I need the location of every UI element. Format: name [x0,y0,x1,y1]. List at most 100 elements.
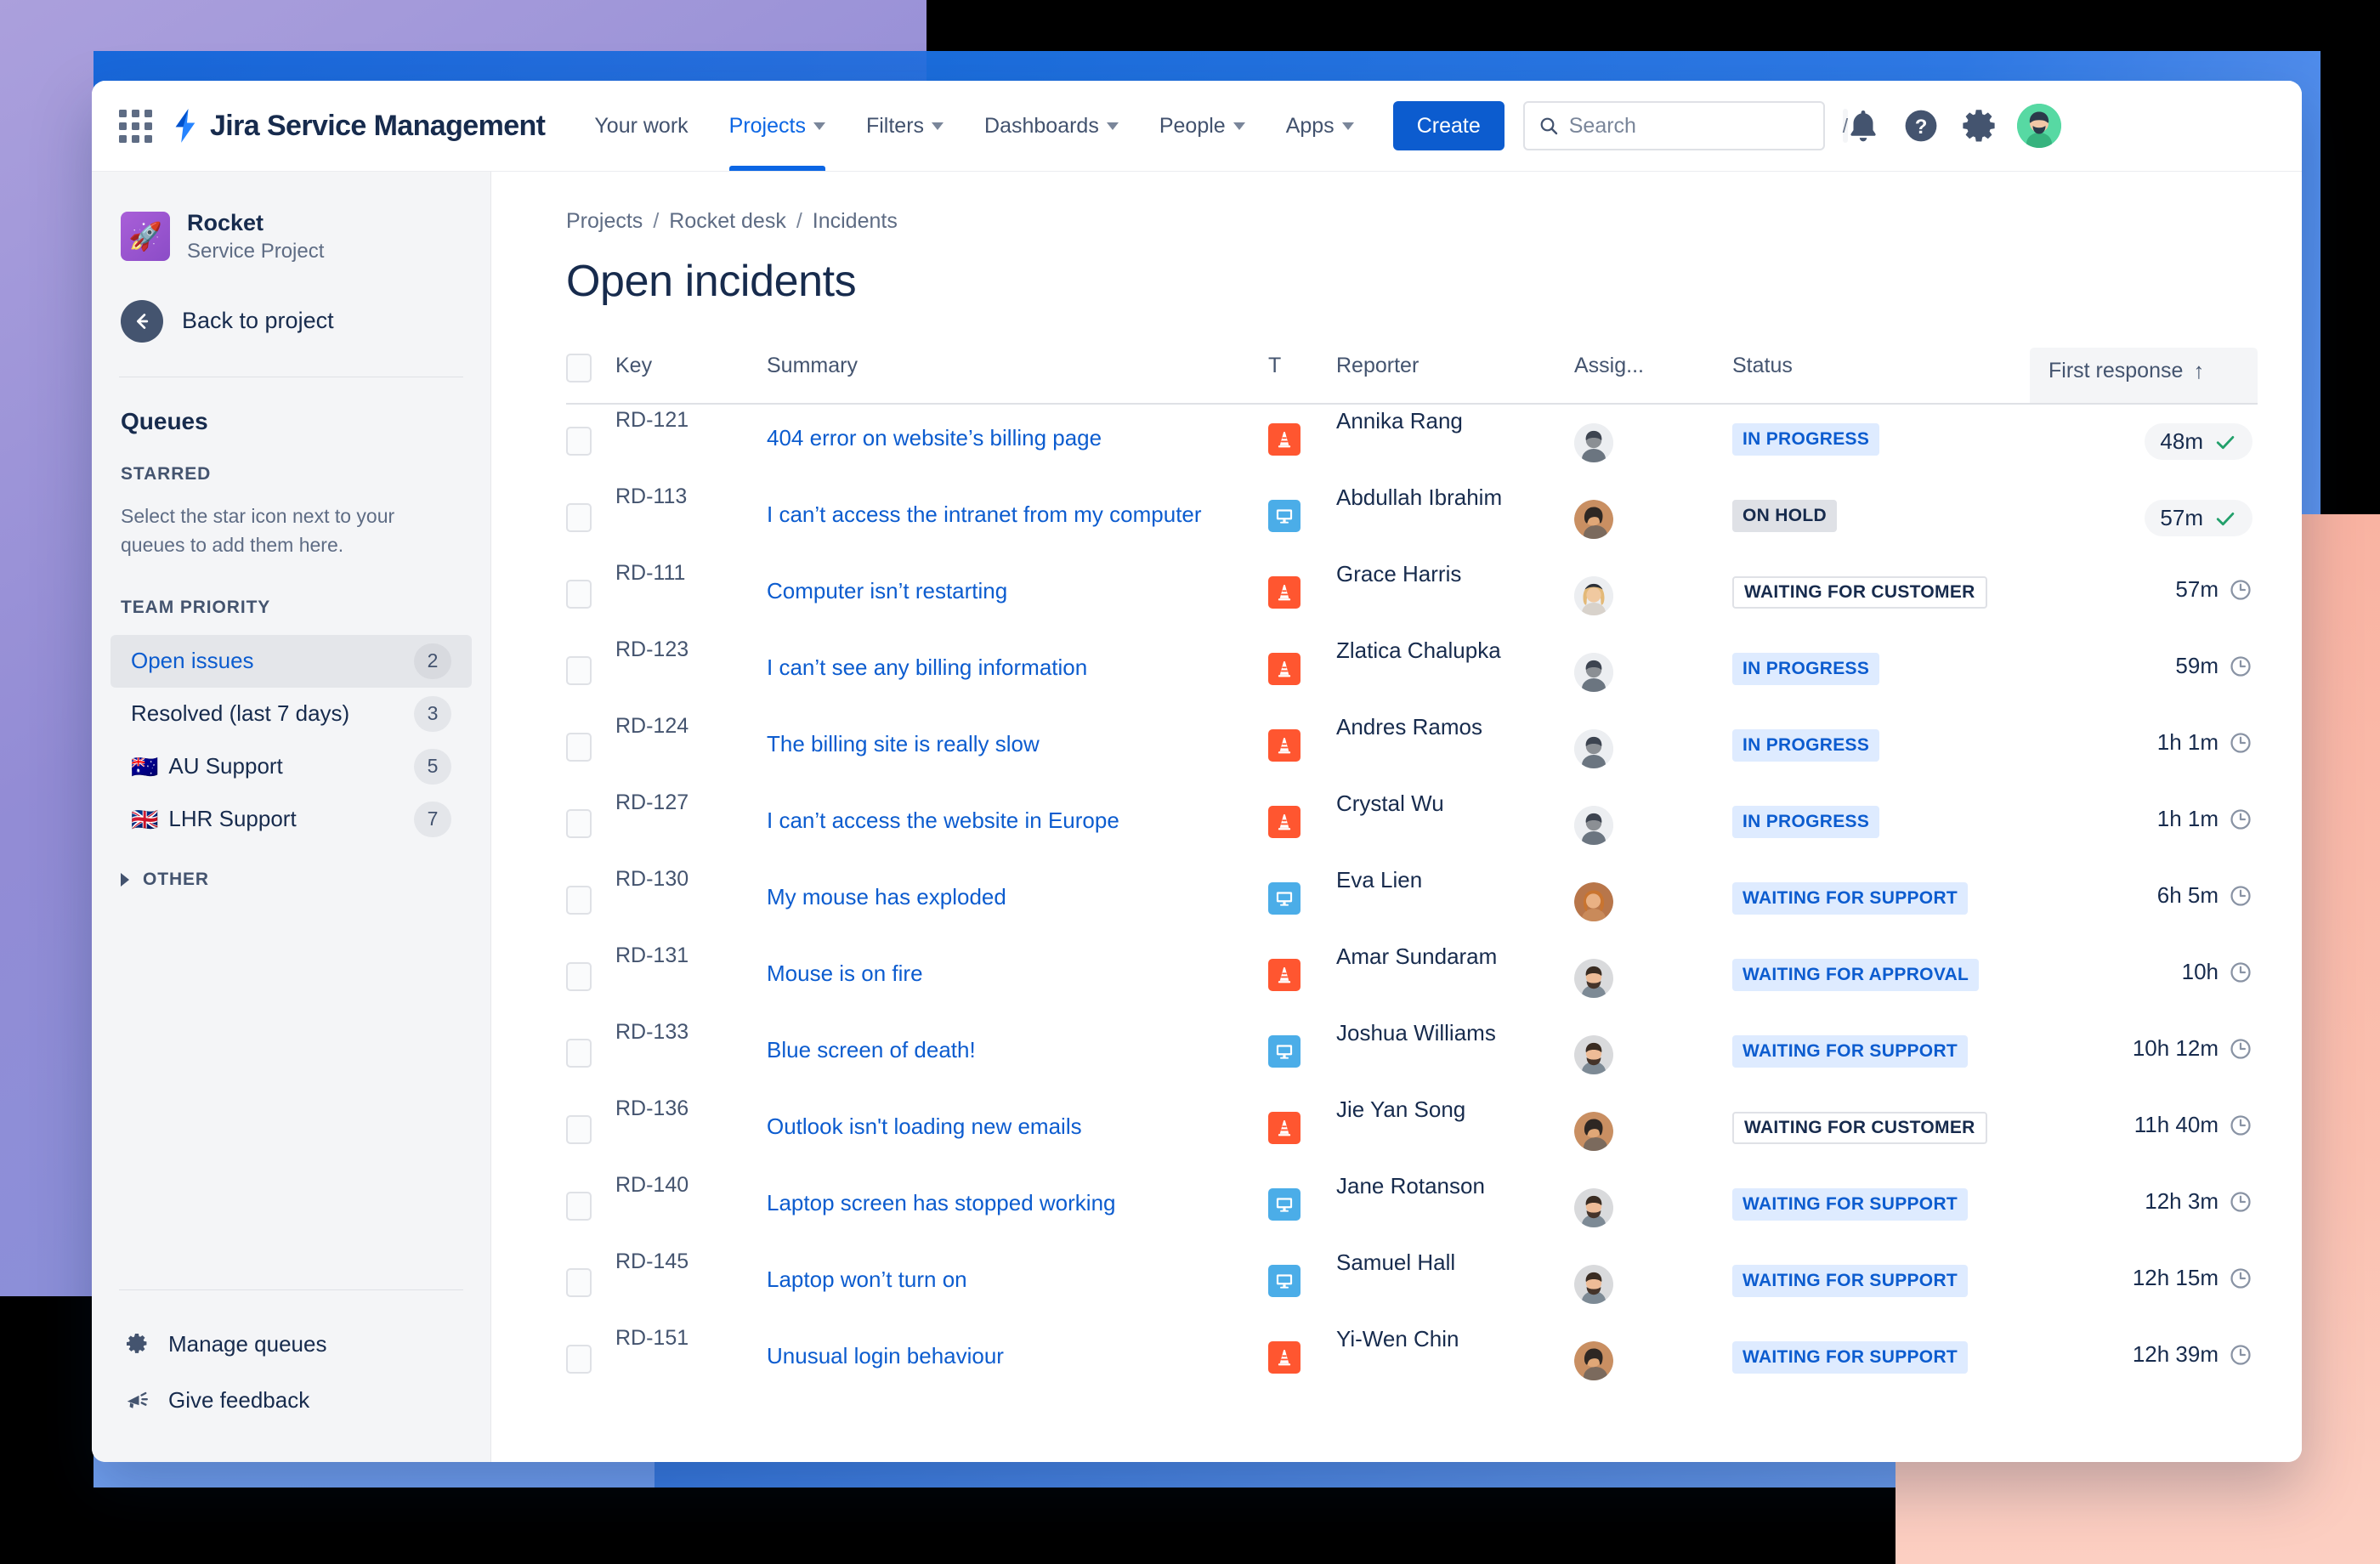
settings-gear-icon[interactable] [1959,106,1998,145]
status-badge[interactable]: WAITING FOR SUPPORT [1732,1188,1969,1221]
assignee-avatar[interactable] [1574,882,1613,921]
issue-key[interactable]: RD-133 [615,1017,767,1093]
row-checkbox[interactable] [566,962,592,991]
issue-key[interactable]: RD-124 [615,711,767,787]
issue-key[interactable]: RD-127 [615,787,767,864]
row-checkbox[interactable] [566,1192,592,1221]
status-badge[interactable]: WAITING FOR CUSTOMER [1732,576,1987,609]
column-header-reporter[interactable]: Reporter [1336,348,1574,405]
row-checkbox[interactable] [566,733,592,762]
assignee-avatar[interactable] [1574,576,1613,615]
breadcrumb-item-projects[interactable]: Projects [566,209,643,234]
column-header-summary[interactable]: Summary [767,348,1268,405]
issue-key[interactable]: RD-113 [615,481,767,558]
table-row[interactable]: RD-121 404 error on website’s billing pag… [566,404,2258,481]
status-badge[interactable]: IN PROGRESS [1732,806,1880,838]
status-badge[interactable]: WAITING FOR SUPPORT [1732,1035,1969,1068]
issue-summary-link[interactable]: I can’t access the website in Europe [767,806,1268,835]
column-header-type[interactable]: T [1268,348,1336,405]
issue-summary-link[interactable]: Outlook isn't loading new emails [767,1112,1268,1141]
assignee-avatar[interactable] [1574,1265,1613,1304]
column-header-assignee[interactable]: Assig... [1574,348,1732,405]
issue-summary-link[interactable]: Computer isn’t restarting [767,576,1268,605]
column-header-first-response[interactable]: First response ↑ [2030,348,2258,405]
nav-item-projects[interactable]: Projects [709,81,846,171]
row-checkbox[interactable] [566,809,592,838]
breadcrumb-item-incidents[interactable]: Incidents [813,209,898,234]
sidebar-section-other[interactable]: OTHER [92,870,490,890]
issue-key[interactable]: RD-111 [615,558,767,634]
table-row[interactable]: RD-151 Unusual login behaviour Yi-Wen Chin… [566,1323,2258,1399]
project-header[interactable]: 🚀 Rocket Service Project [92,209,490,264]
table-row[interactable]: RD-133 Blue screen of death! Joshua Willia… [566,1017,2258,1093]
nav-item-filters[interactable]: Filters [846,81,964,171]
nav-item-people[interactable]: People [1139,81,1266,171]
status-badge[interactable]: WAITING FOR APPROVAL [1732,959,1980,991]
sidebar-item-au-support[interactable]: 🇦🇺 AU Support 5 [110,740,472,793]
user-avatar[interactable] [2016,104,2061,148]
issue-summary-link[interactable]: Blue screen of death! [767,1035,1268,1064]
table-row[interactable]: RD-140 Laptop screen has stopped working J… [566,1170,2258,1246]
help-icon[interactable]: ? [1901,106,1941,145]
issue-summary-link[interactable]: I can’t see any billing information [767,653,1268,682]
assignee-avatar[interactable] [1574,1035,1613,1074]
app-switcher-icon[interactable] [119,109,152,143]
issue-summary-link[interactable]: 404 error on website’s billing page [767,423,1268,452]
row-checkbox[interactable] [566,1268,592,1297]
issue-summary-link[interactable]: The billing site is really slow [767,729,1268,758]
issue-summary-link[interactable]: Unusual login behaviour [767,1341,1268,1370]
column-header-status[interactable]: Status [1732,348,2030,405]
status-badge[interactable]: WAITING FOR SUPPORT [1732,882,1969,915]
row-checkbox[interactable] [566,1115,592,1144]
back-to-project-button[interactable]: Back to project [92,299,490,343]
sidebar-item-resolved[interactable]: Resolved (last 7 days) 3 [110,688,472,740]
sidebar-item-open-issues[interactable]: Open issues 2 [110,634,472,688]
assignee-avatar[interactable] [1574,423,1613,462]
status-badge[interactable]: ON HOLD [1732,500,1837,532]
manage-queues-button[interactable]: Manage queues [92,1316,490,1372]
assignee-avatar[interactable] [1574,1341,1613,1380]
table-row[interactable]: RD-131 Mouse is on fire Amar Sundaram WAITI… [566,940,2258,1017]
issue-summary-link[interactable]: Laptop screen has stopped working [767,1188,1268,1217]
create-button[interactable]: Create [1392,101,1504,150]
issue-key[interactable]: RD-121 [615,404,767,481]
select-all-checkbox[interactable] [566,353,592,382]
table-row[interactable]: RD-124 The billing site is really slow And… [566,711,2258,787]
assignee-avatar[interactable] [1574,653,1613,692]
assignee-avatar[interactable] [1574,806,1613,845]
row-checkbox[interactable] [566,1345,592,1374]
row-checkbox[interactable] [566,580,592,609]
status-badge[interactable]: IN PROGRESS [1732,423,1880,456]
assignee-avatar[interactable] [1574,500,1613,539]
issue-summary-link[interactable]: Mouse is on fire [767,959,1268,988]
issue-summary-link[interactable]: I can’t access the intranet from my comp… [767,500,1268,529]
table-row[interactable]: RD-123 I can’t see any billing informatio… [566,634,2258,711]
status-badge[interactable]: IN PROGRESS [1732,729,1880,762]
row-checkbox[interactable] [566,886,592,915]
status-badge[interactable]: WAITING FOR SUPPORT [1732,1265,1969,1297]
nav-item-dashboards[interactable]: Dashboards [964,81,1139,171]
issue-key[interactable]: RD-131 [615,940,767,1017]
nav-item-your-work[interactable]: Your work [574,81,708,171]
issue-summary-link[interactable]: Laptop won’t turn on [767,1265,1268,1294]
row-checkbox[interactable] [566,656,592,685]
table-row[interactable]: RD-130 My mouse has exploded Eva Lien WAITI… [566,864,2258,940]
assignee-avatar[interactable] [1574,959,1613,998]
sidebar-item-lhr-support[interactable]: 🇬🇧 LHR Support 7 [110,793,472,846]
table-row[interactable]: RD-145 Laptop won’t turn on Samuel Hall WAI… [566,1246,2258,1323]
brand-logo[interactable]: Jira Service Management [171,109,546,143]
issue-key[interactable]: RD-140 [615,1170,767,1246]
status-badge[interactable]: WAITING FOR CUSTOMER [1732,1112,1987,1144]
status-badge[interactable]: WAITING FOR SUPPORT [1732,1341,1969,1374]
issue-summary-link[interactable]: My mouse has exploded [767,882,1268,911]
search-input[interactable] [1568,113,1843,139]
status-badge[interactable]: IN PROGRESS [1732,653,1880,685]
table-row[interactable]: RD-136 Outlook isn't loading new emails Ji… [566,1093,2258,1170]
issue-key[interactable]: RD-136 [615,1093,767,1170]
breadcrumb-item-rocket-desk[interactable]: Rocket desk [669,209,786,234]
row-checkbox[interactable] [566,503,592,532]
table-row[interactable]: RD-113 I can’t access the intranet from m… [566,481,2258,558]
issue-key[interactable]: RD-130 [615,864,767,940]
column-header-key[interactable]: Key [615,348,767,405]
search-box[interactable]: / [1522,101,1849,150]
